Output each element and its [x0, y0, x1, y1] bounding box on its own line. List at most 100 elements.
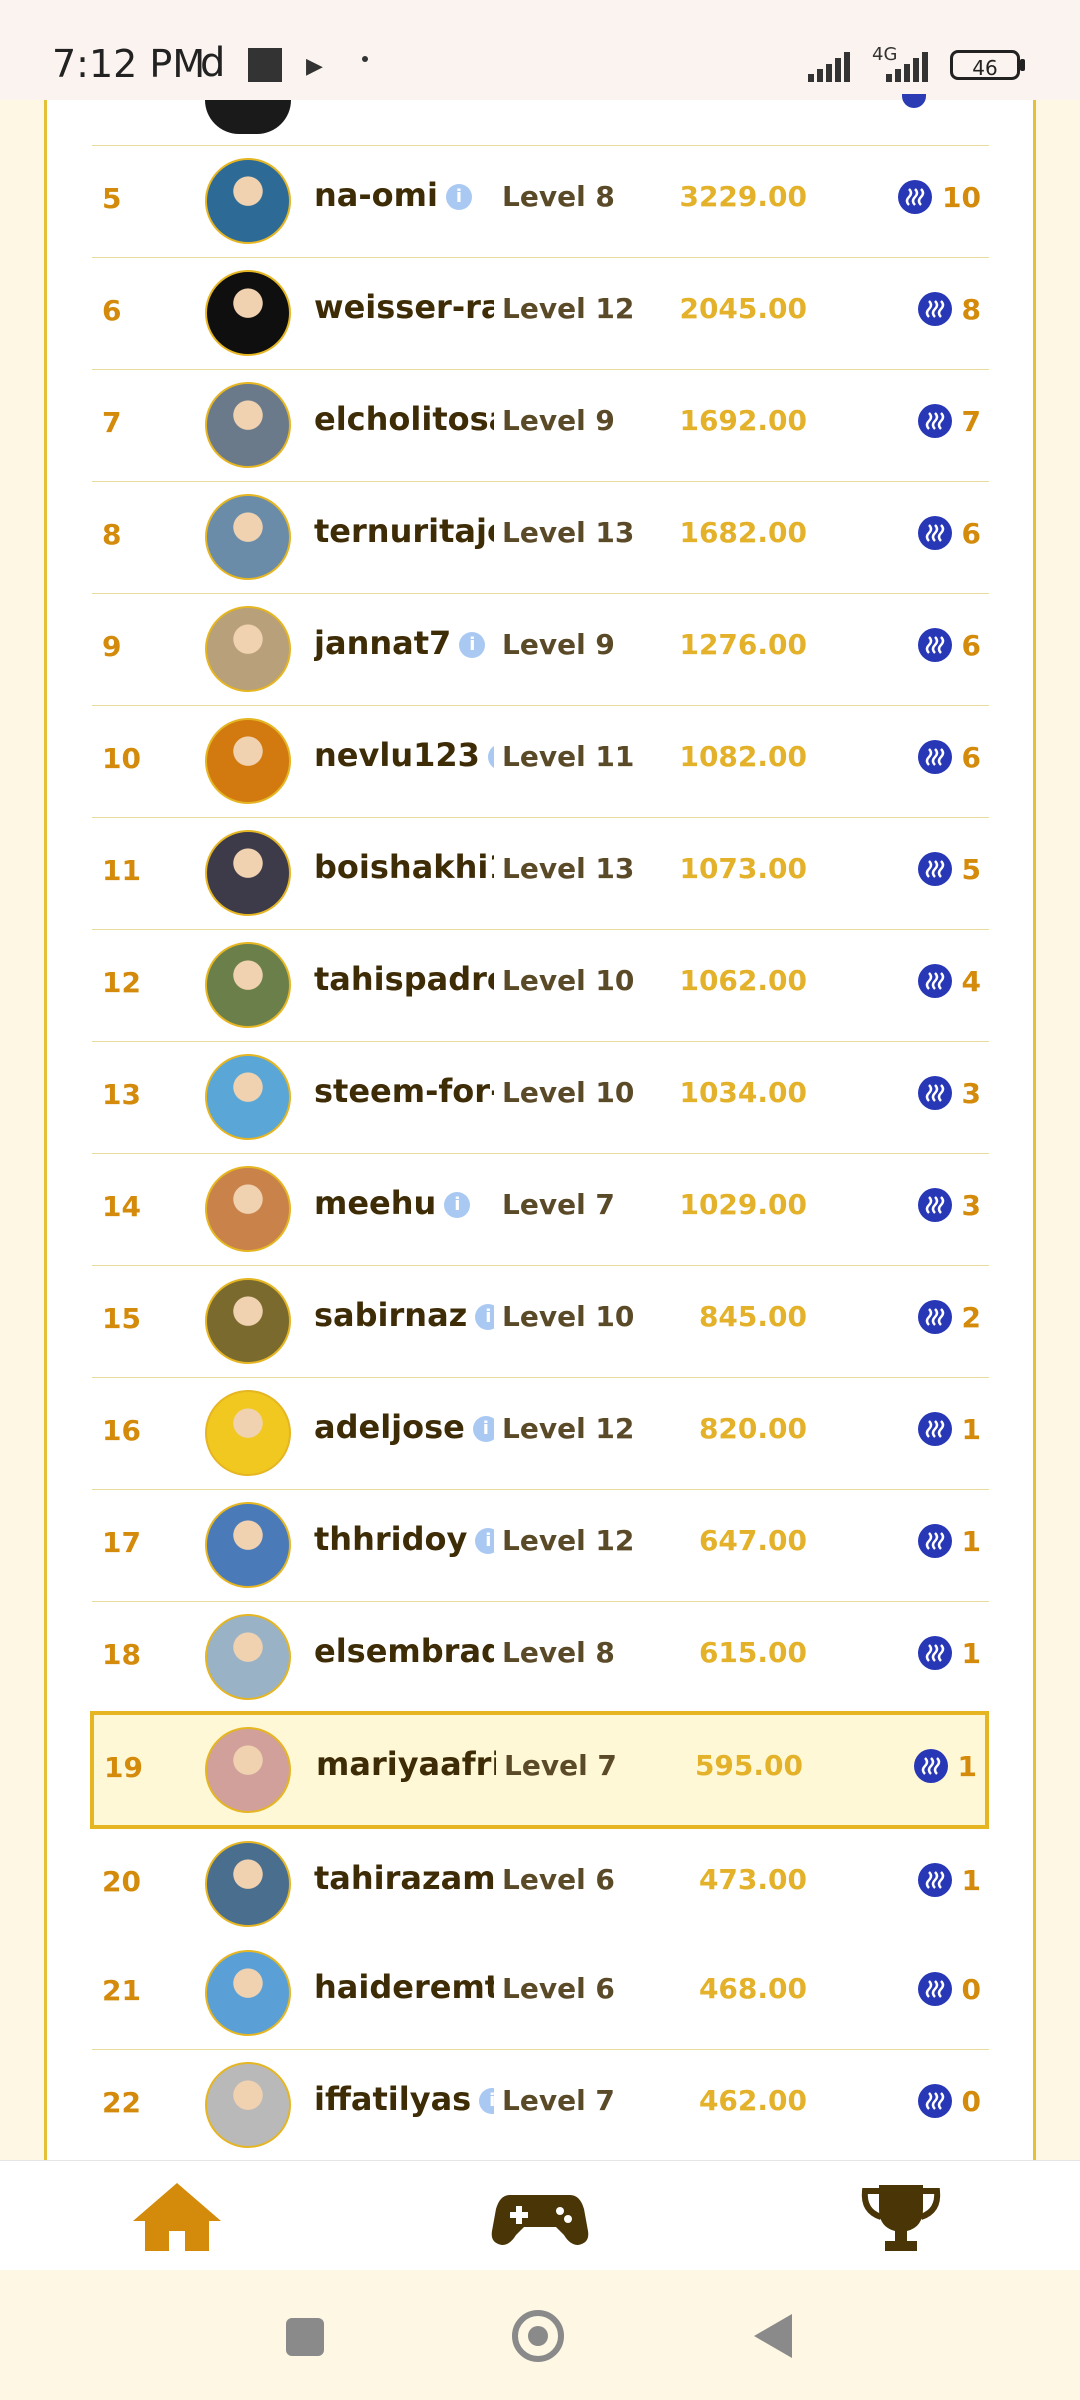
info-icon[interactable]: i	[475, 1304, 494, 1330]
username[interactable]: sabirnaz i	[314, 1296, 494, 1334]
username[interactable]: elsembradorpbv	[314, 1632, 494, 1670]
user-points: 1082.00	[679, 740, 807, 773]
user-avatar[interactable]	[205, 382, 291, 468]
rank-number: 17	[102, 1526, 141, 1559]
user-points: 595.00	[694, 1749, 803, 1782]
reward-amount: 6	[961, 628, 981, 662]
info-icon[interactable]: i	[459, 632, 486, 658]
user-level: Level 10	[502, 964, 635, 997]
nav-game-button[interactable]	[490, 2179, 590, 2255]
leaderboard-row[interactable]: 9 jannat7 i Level 9 1276.00 6	[92, 594, 989, 706]
username[interactable]: haideremtiaz	[314, 1968, 494, 2006]
leaderboard-row[interactable]: 17 thhridoy i Level 12 647.00 1	[92, 1490, 989, 1602]
rank-number: 5	[102, 182, 122, 215]
info-icon[interactable]: i	[444, 1192, 471, 1218]
reward-amount: 1	[961, 1524, 981, 1558]
recent-apps-button[interactable]	[286, 2318, 324, 2356]
username[interactable]: elcholitosanto	[314, 400, 494, 438]
rank-number: 22	[102, 2086, 141, 2119]
user-level: Level 11	[502, 740, 635, 773]
username[interactable]: meehu i	[314, 1184, 494, 1222]
user-avatar[interactable]	[205, 1502, 291, 1588]
current-user-row[interactable]: 19 mariyaafrinLevel 7 595.00 1	[90, 1711, 989, 1829]
leaderboard-row[interactable]: 18 elsembradorpbvLevel 8 615.00 1	[92, 1602, 989, 1714]
user-level: Level 13	[502, 516, 635, 549]
user-avatar[interactable]	[205, 494, 291, 580]
rank-number: 6	[102, 294, 122, 327]
user-avatar[interactable]	[205, 718, 291, 804]
user-points: 2045.00	[679, 292, 807, 325]
leaderboard-row[interactable]: 10 nevlu123 i Level 11 1082.00 6	[92, 706, 989, 818]
reward-amount: 2	[961, 1300, 981, 1334]
leaderboard-row[interactable]: 7 elcholitosantoLevel 9 1692.00 7	[92, 370, 989, 482]
user-points: 468.00	[698, 1972, 807, 2005]
user-avatar[interactable]	[205, 158, 291, 244]
leaderboard-row[interactable]: 11 boishakhi123Level 13 1073.00 5	[92, 818, 989, 930]
username[interactable]: iffatilyas i	[314, 2080, 494, 2118]
rank-number: 13	[102, 1078, 141, 1111]
steem-coin-icon	[917, 1412, 952, 1446]
leaderboard-row[interactable]: 6 weisser-rabeLevel 12 2045.00 8	[92, 258, 989, 370]
system-navigation-bar	[0, 2270, 1080, 2400]
leaderboard-row[interactable]: 16 adeljose i Level 12 820.00 1	[92, 1378, 989, 1490]
username[interactable]: mariyaafrin	[316, 1745, 496, 1783]
leaderboard-row[interactable]: 14 meehu i Level 7 1029.00 3	[92, 1154, 989, 1266]
user-avatar[interactable]	[205, 830, 291, 916]
user-points: 473.00	[698, 1863, 807, 1896]
username[interactable]: thhridoy i	[314, 1520, 494, 1558]
leaderboard-row[interactable]: 5 na-omi i Level 8 3229.00 10	[92, 146, 989, 258]
home-icon	[133, 2183, 221, 2251]
username[interactable]: jannat7 i	[314, 624, 494, 662]
user-avatar[interactable]	[205, 1278, 291, 1364]
username[interactable]: steem-for-tech	[314, 1072, 494, 1110]
user-level: Level 12	[502, 1412, 635, 1445]
reward-amount: 3	[961, 1188, 981, 1222]
username[interactable]: tahispadron	[314, 960, 494, 998]
user-avatar[interactable]	[205, 1727, 291, 1813]
info-icon[interactable]: i	[479, 2088, 494, 2114]
username-text: tahispadron	[314, 960, 494, 998]
system-home-button[interactable]	[512, 2310, 564, 2362]
user-avatar[interactable]	[205, 606, 291, 692]
info-icon[interactable]: i	[445, 184, 472, 210]
username[interactable]: boishakhi123	[314, 848, 494, 886]
username[interactable]: na-omi i	[314, 176, 494, 214]
nav-trophy-button[interactable]	[851, 2179, 951, 2255]
system-back-button[interactable]	[754, 2314, 792, 2358]
username[interactable]: adeljose i	[314, 1408, 494, 1446]
user-points: 1034.00	[679, 1076, 807, 1109]
nav-home-button[interactable]	[127, 2179, 227, 2255]
username[interactable]: tahirazaman	[314, 1859, 494, 1897]
steem-coin-icon	[898, 180, 933, 214]
username[interactable]: weisser-rabe	[314, 288, 494, 326]
user-avatar[interactable]	[205, 1054, 291, 1140]
leaderboard-row[interactable]: 21 haideremtiazLevel 6 468.00 0	[92, 1938, 989, 2050]
user-avatar[interactable]	[205, 2062, 291, 2148]
username-text: steem-for-tech	[314, 1072, 494, 1110]
leaderboard-row[interactable]: 22 iffatilyas i Level 7 462.00 0	[92, 2050, 989, 2162]
reward: 0	[917, 2084, 981, 2118]
leaderboard-row[interactable]: 20 tahirazamanLevel 6 473.00 1	[92, 1829, 989, 1941]
reward-amount: 4	[961, 964, 981, 998]
user-avatar[interactable]	[205, 1166, 291, 1252]
leaderboard-row[interactable]: 15 sabirnaz i Level 10 845.00 2	[92, 1266, 989, 1378]
user-avatar[interactable]	[205, 942, 291, 1028]
user-avatar[interactable]	[205, 1950, 291, 2036]
info-icon[interactable]: i	[472, 1416, 494, 1442]
leaderboard-row[interactable]: 8 ternuritajesusLevel 13 1682.00 6	[92, 482, 989, 594]
user-avatar[interactable]	[205, 1390, 291, 1476]
info-icon[interactable]: i	[487, 744, 494, 770]
steem-coin-icon	[917, 292, 952, 326]
info-icon[interactable]: i	[475, 1528, 494, 1554]
leaderboard-row[interactable]: 12 tahispadronLevel 10 1062.00 4	[92, 930, 989, 1042]
user-level: Level 12	[502, 292, 635, 325]
username-text: na-omi	[314, 176, 438, 214]
user-avatar[interactable]	[205, 1841, 291, 1927]
username[interactable]: ternuritajesus	[314, 512, 494, 550]
leaderboard-row[interactable]: 13 steem-for-techLevel 10 1034.00 3	[92, 1042, 989, 1154]
username[interactable]: nevlu123 i	[314, 736, 494, 774]
user-points: 1276.00	[679, 628, 807, 661]
rank-number: 21	[102, 1974, 141, 2007]
user-avatar[interactable]	[205, 270, 291, 356]
user-avatar[interactable]	[205, 1614, 291, 1700]
